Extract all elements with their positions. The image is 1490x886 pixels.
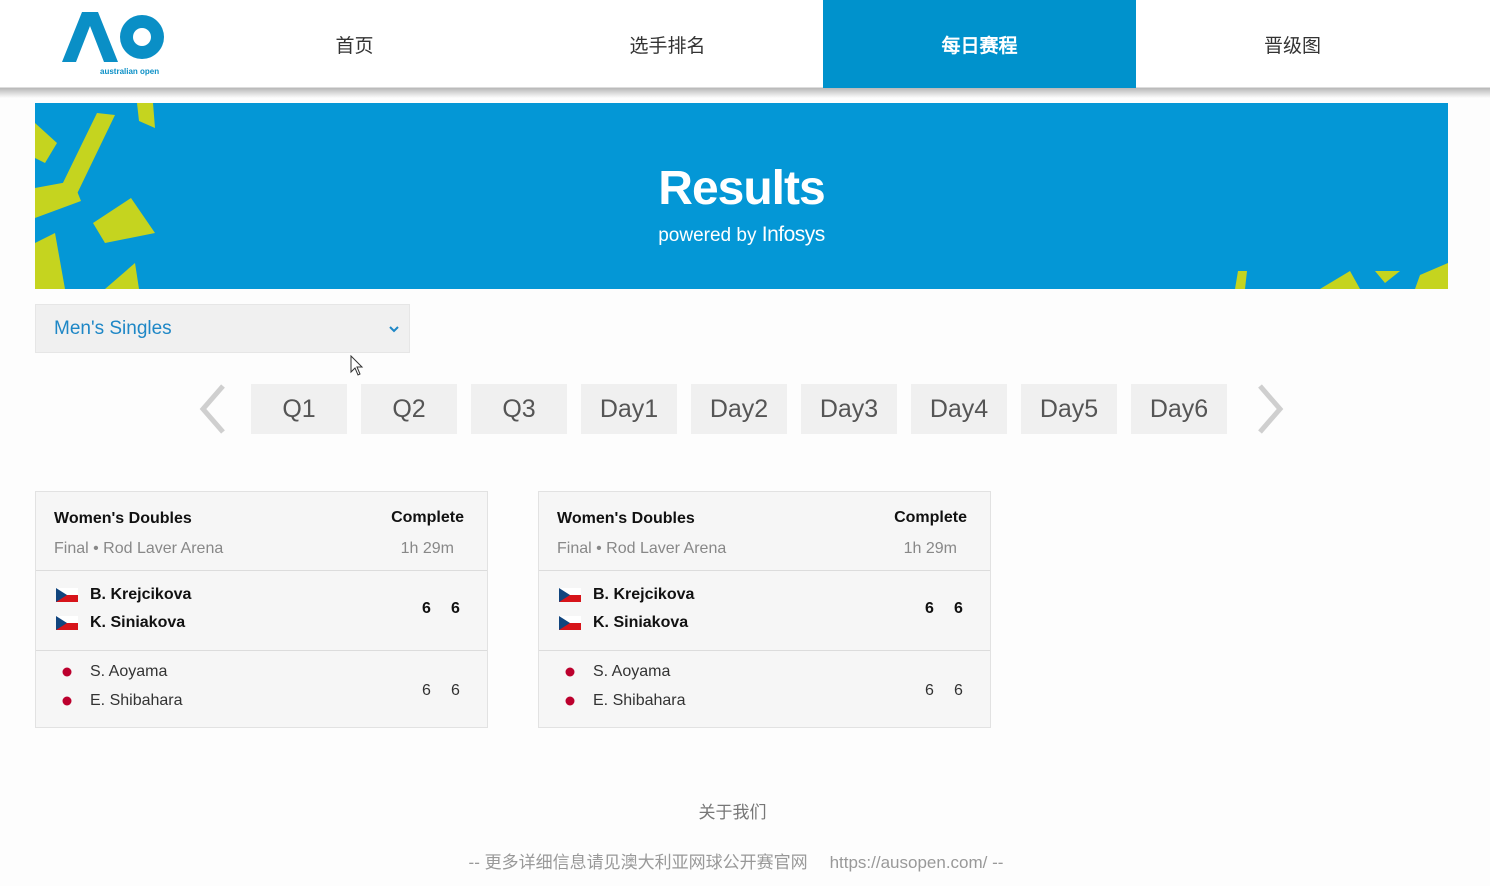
set-score: 6 [954, 600, 963, 617]
match-card[interactable]: Women's Doubles Complete Final • Rod Lav… [538, 491, 991, 728]
match-round-court: Final • Rod Laver Arena [54, 540, 224, 557]
japan-flag-icon [62, 696, 72, 706]
top-navigation: australian open 首页 选手排名 每日赛程 晋级图 [0, 0, 1490, 88]
player-name[interactable]: E. Shibahara [90, 692, 183, 710]
czech-flag-icon [559, 588, 581, 602]
event-name: Women's Doubles [557, 510, 695, 527]
nav-item-rankings[interactable]: 选手排名 [511, 0, 824, 88]
ao-logo[interactable]: australian open [60, 10, 175, 78]
about-us-link[interactable]: 关于我们 [0, 798, 1465, 823]
powered-by: powered by Infosys [35, 223, 1448, 247]
day-tab-day3[interactable]: Day3 [801, 384, 897, 434]
chevron-down-icon [389, 326, 399, 333]
day-tab-day2[interactable]: Day2 [691, 384, 787, 434]
match-card-header: Women's Doubles Complete Final • Rod Lav… [36, 492, 487, 571]
winning-team: B. Krejcikova K. Siniakova 6 6 [36, 571, 487, 651]
day-tab-day5[interactable]: Day5 [1021, 384, 1117, 434]
nav-item-home[interactable]: 首页 [198, 0, 511, 88]
sponsor-brand: Infosys [761, 223, 826, 246]
player-row: E. Shibahara [559, 691, 686, 711]
player-name[interactable]: B. Krejcikova [90, 586, 191, 604]
set-score: 6 [422, 600, 431, 617]
winning-team: B. Krejcikova K. Siniakova 6 6 [539, 571, 990, 651]
event-select-value: Men's Singles [54, 317, 172, 339]
player-name[interactable]: B. Krejcikova [593, 586, 694, 604]
footer-note: -- 更多详细信息请见澳大利亚网球公开赛官网 https://ausopen.co… [0, 848, 1472, 873]
japan-flag-icon [62, 667, 72, 677]
day-tab-q1[interactable]: Q1 [251, 384, 347, 434]
match-card-header: Women's Doubles Complete Final • Rod Lav… [539, 492, 990, 571]
player-row: K. Siniakova [559, 613, 688, 633]
japan-flag-icon [565, 696, 575, 706]
czech-flag-icon [56, 588, 78, 602]
player-row: B. Krejcikova [559, 585, 694, 605]
player-row: K. Siniakova [56, 613, 185, 633]
powered-by-label: powered by [658, 225, 757, 246]
day-tab-q3[interactable]: Q3 [471, 384, 567, 434]
player-row: E. Shibahara [56, 691, 183, 711]
czech-flag-icon [559, 616, 581, 630]
set-score: 6 [954, 682, 963, 699]
set-score: 6 [451, 600, 460, 617]
japan-flag-icon [565, 667, 575, 677]
day-tab-day1[interactable]: Day1 [581, 384, 677, 434]
losing-team: S. Aoyama E. Shibahara 6 6 [36, 651, 487, 728]
match-status: Complete [894, 509, 967, 526]
day-tab-q2[interactable]: Q2 [361, 384, 457, 434]
player-row: S. Aoyama [56, 662, 167, 682]
player-name[interactable]: S. Aoyama [593, 663, 670, 681]
results-title: Results [658, 162, 825, 215]
event-select[interactable]: Men's Singles [35, 304, 410, 353]
footer-note-text: -- 更多详细信息请见澳大利亚网球公开赛官网 [468, 853, 808, 872]
match-status: Complete [391, 509, 464, 526]
next-day-arrow-icon[interactable] [1254, 382, 1288, 436]
set-score: 6 [422, 682, 431, 699]
set-score: 6 [925, 682, 934, 699]
player-row: S. Aoyama [559, 662, 670, 682]
player-name[interactable]: S. Aoyama [90, 663, 167, 681]
nav-item-draws[interactable]: 晋级图 [1136, 0, 1449, 88]
player-row: B. Krejcikova [56, 585, 191, 605]
logo-text: australian open [100, 67, 159, 76]
prev-day-arrow-icon[interactable] [195, 382, 229, 436]
player-name[interactable]: K. Siniakova [90, 614, 185, 632]
mouse-cursor-icon [350, 355, 364, 376]
set-score: 6 [451, 682, 460, 699]
event-name: Women's Doubles [54, 510, 192, 527]
ao-logo-icon: australian open [62, 12, 164, 76]
match-card[interactable]: Women's Doubles Complete Final • Rod Lav… [35, 491, 488, 728]
nav-shadow [0, 88, 1490, 98]
player-name[interactable]: E. Shibahara [593, 692, 686, 710]
match-duration: 1h 29m [400, 540, 454, 557]
losing-team: S. Aoyama E. Shibahara 6 6 [539, 651, 990, 728]
nav-item-daily-schedule[interactable]: 每日赛程 [823, 0, 1136, 88]
match-duration: 1h 29m [903, 540, 957, 557]
results-banner: Results powered by Infosys [35, 103, 1448, 289]
match-round-court: Final • Rod Laver Arena [557, 540, 727, 557]
footer-url-link[interactable]: https://ausopen.com/ -- [830, 853, 1004, 872]
day-tab-day4[interactable]: Day4 [911, 384, 1007, 434]
day-tab-day6[interactable]: Day6 [1131, 384, 1227, 434]
czech-flag-icon [56, 616, 78, 630]
player-name[interactable]: K. Siniakova [593, 614, 688, 632]
set-score: 6 [925, 600, 934, 617]
